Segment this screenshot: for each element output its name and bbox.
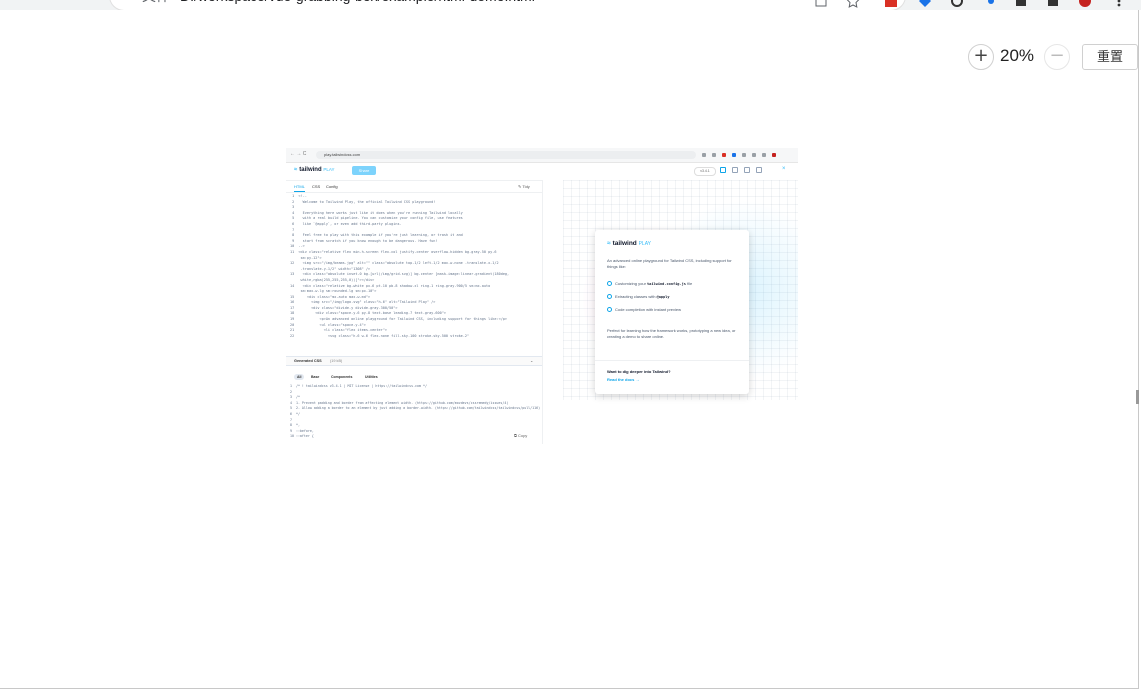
layout-responsive-icon: [756, 167, 762, 173]
zoom-level: 20%: [1000, 46, 1035, 65]
reset-button[interactable]: 重置: [1082, 44, 1138, 70]
feature-item: Customizing your tailwind.config.js file: [607, 281, 745, 287]
screenshot-nav-buttons: ← → C: [290, 151, 307, 157]
code-line: 19 <p>An advanced online playground for …: [290, 317, 508, 322]
zoom-out-button[interactable]: −: [1044, 44, 1070, 70]
css-filter-tabs: All Base Components Utilities: [286, 372, 542, 382]
layout-vertical-icon: [720, 167, 726, 173]
share-button: Share: [352, 166, 376, 175]
tailwind-logo-icon: ≈: [294, 167, 298, 173]
card-intro-text: An advanced online playground for Tailwi…: [607, 258, 732, 269]
more-menu-icon[interactable]: [1112, 0, 1126, 8]
extension-icon[interactable]: [1046, 0, 1060, 8]
code-line: 22 <svg class="h-6 w-6 flex-none fill-sk…: [290, 333, 470, 338]
extension-icon[interactable]: [984, 0, 998, 8]
tidy-button: ✎ Tidy: [518, 184, 530, 189]
install-app-icon[interactable]: [814, 0, 828, 8]
screenshot-toolbar-icon: [762, 153, 766, 157]
screenshot-toolbar-icon: [702, 153, 706, 157]
chevron-down-icon: ⌄: [530, 359, 534, 363]
feature-item: Extracting classes with @apply: [607, 294, 745, 300]
address-bar[interactable]: 文件 D:/workspace/vue-grabbing-box/example…: [110, 0, 905, 10]
preview-pane: ≈ tailwind PLAY An advanced online playgr…: [542, 180, 798, 444]
read-docs-link: Read the docs →: [607, 377, 640, 382]
screenshot-toolbar-icon: [712, 153, 716, 157]
check-circle-icon: [607, 281, 612, 286]
editor-tabs: HTML CSS Config ✎ Tidy: [286, 180, 542, 193]
extension-icon[interactable]: [918, 0, 932, 8]
tab-css: CSS: [312, 184, 321, 189]
tab-config: Config: [326, 184, 338, 189]
screenshot-address: play.tailwindcss.com: [316, 151, 696, 159]
tailwind-logo-icon: ≈: [607, 240, 611, 247]
screenshot-toolbar-icon: [722, 153, 726, 157]
css-line: 5 2. Allow adding a border to an element…: [290, 406, 540, 411]
generated-css-code: 1 /* ! tailwindcss v3.4.1 | MIT License …: [290, 384, 540, 444]
check-circle-icon: [607, 294, 612, 299]
css-tab-utilities: Utilities: [365, 375, 378, 379]
copy-button: ⧉ Copy: [514, 433, 528, 438]
extension-icon[interactable]: [1014, 0, 1028, 8]
css-line: 10 ::after {: [290, 434, 314, 439]
close-icon: ×: [782, 166, 786, 172]
extension-icon[interactable]: [884, 0, 898, 8]
bookmark-star-icon[interactable]: [846, 0, 860, 8]
layout-horizontal-icon: [732, 167, 738, 173]
address-url[interactable]: D:/workspace/vue-grabbing-box/example/ht…: [180, 0, 535, 10]
html-code-editor: 1 <!-- 2 Welcome to Tailwind Play, the o…: [290, 194, 540, 354]
generated-css-bar: Generated CSS (19 kB) ⌄: [286, 356, 542, 366]
profile-avatar-icon[interactable]: [1078, 0, 1092, 8]
card-logo: ≈ tailwind PLAY: [607, 240, 652, 247]
card-deeper-heading: Want to dig deeper into Tailwind?: [607, 369, 671, 374]
tailwind-play-logo: ≈ tailwind PLAY: [294, 167, 335, 173]
address-scheme-label: 文件: [142, 0, 170, 10]
screenshot-toolbar-icon: [742, 153, 746, 157]
playground-header: ≈ tailwind PLAY Share v3.4.1 ×: [286, 162, 798, 181]
screenshot-toolbar-icon: [732, 153, 736, 157]
browser-toolbar: 文件 D:/workspace/vue-grabbing-box/example…: [0, 0, 1141, 10]
generated-css-size: (19 kB): [330, 359, 343, 363]
screenshot-toolbar-icon: [772, 153, 776, 157]
card-perfect-text: Perfect for learning how the framework w…: [607, 328, 736, 339]
version-select: v3.4.1: [694, 167, 716, 176]
layout-preview-icon: [744, 167, 750, 173]
css-tab-base: Base: [311, 375, 320, 379]
screenshot-toolbar-icon: [752, 153, 756, 157]
zoomed-screenshot[interactable]: ← → C play.tailwindcss.com ≈ tailwind PLA…: [286, 148, 798, 444]
tab-html: HTML: [294, 184, 305, 192]
feature-item: Code completion with instant preview: [607, 307, 745, 313]
css-tab-all: All: [294, 374, 305, 380]
css-tab-components: Components: [331, 375, 353, 379]
extension-icon[interactable]: [950, 0, 964, 8]
screenshot-browser-bar: ← → C play.tailwindcss.com: [286, 148, 798, 163]
card-divider: [595, 360, 749, 361]
scrollbar-thumb[interactable]: [1136, 390, 1139, 404]
welcome-card: ≈ tailwind PLAY An advanced online playgr…: [595, 230, 749, 394]
generated-css-label: Generated CSS: [294, 359, 322, 363]
check-circle-icon: [607, 307, 612, 312]
zoom-in-button[interactable]: +: [968, 44, 994, 70]
